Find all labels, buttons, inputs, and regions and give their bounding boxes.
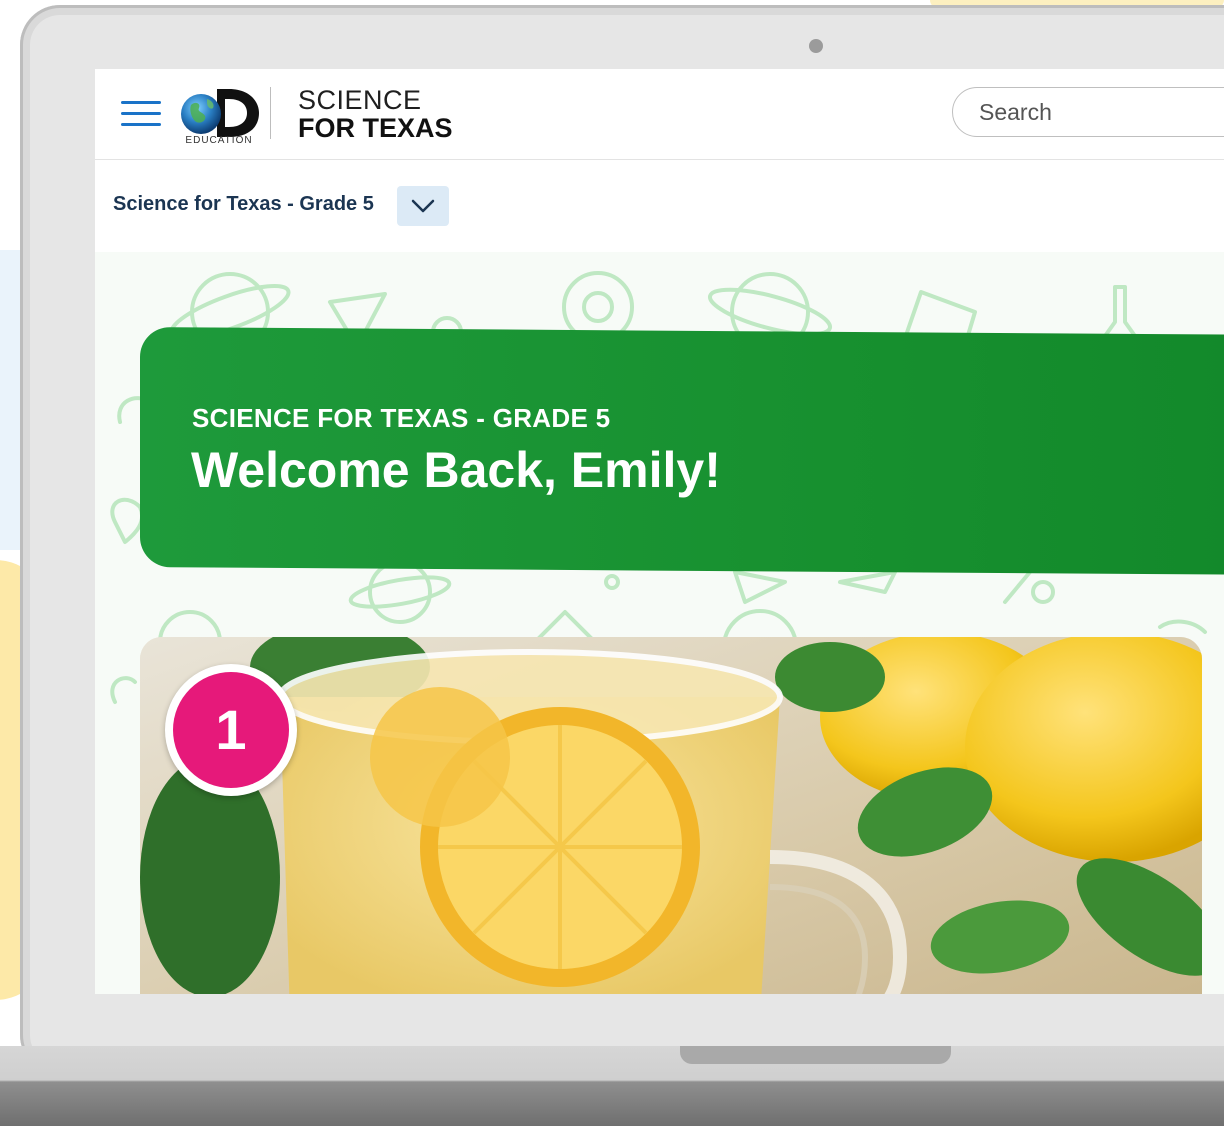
top-navigation-bar: EDUCATION SCIENCE FOR TEXAS — [95, 69, 1224, 160]
hamburger-icon[interactable] — [121, 101, 161, 127]
welcome-heading: Welcome Back, Emily! — [191, 442, 721, 498]
chevron-down-icon — [411, 199, 435, 213]
lesson-number-badge: 1 — [165, 664, 297, 796]
banner-subtitle: SCIENCE FOR TEXAS - GRADE 5 — [192, 403, 611, 433]
app-screen: EDUCATION SCIENCE FOR TEXAS Science for … — [95, 69, 1224, 994]
lesson-card[interactable] — [140, 637, 1202, 994]
laptop-base — [0, 1046, 1224, 1126]
laptop-notch — [680, 1046, 951, 1064]
logo-divider — [270, 87, 271, 139]
laptop-camera — [809, 39, 823, 53]
course-selector-label[interactable]: Science for Texas - Grade 5 — [113, 193, 374, 216]
logo-caption: EDUCATION — [185, 135, 253, 146]
lemon-tea-image — [140, 637, 1202, 994]
course-selector-toggle[interactable] — [397, 186, 449, 226]
lesson-number: 1 — [173, 672, 289, 788]
search-input[interactable] — [952, 87, 1224, 137]
brand-title-line1: SCIENCE — [298, 85, 422, 115]
brand-title-line2: FOR TEXAS — [298, 113, 453, 143]
